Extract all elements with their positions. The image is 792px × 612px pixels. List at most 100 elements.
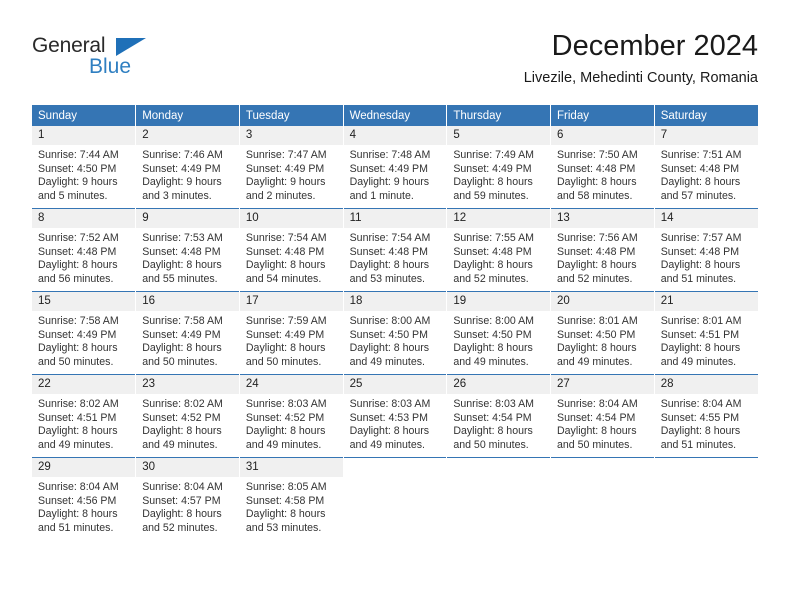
calendar-body: 1 Sunrise: 7:44 AM Sunset: 4:50 PM Dayli… bbox=[32, 126, 758, 540]
daylight-text-line1: Daylight: 8 hours bbox=[38, 342, 118, 355]
day-number: 19 bbox=[447, 292, 551, 311]
day-details: Sunrise: 8:01 AM Sunset: 4:51 PM Dayligh… bbox=[655, 311, 758, 369]
sunrise-text: Sunrise: 7:46 AM bbox=[142, 149, 223, 161]
daylight-text-line2: and 58 minutes. bbox=[557, 189, 633, 202]
calendar-day-cell[interactable]: 31 Sunrise: 8:05 AM Sunset: 4:58 PM Dayl… bbox=[239, 457, 344, 540]
weekday-header-friday: Friday bbox=[550, 105, 655, 126]
daylight-text-line1: Daylight: 8 hours bbox=[142, 508, 222, 521]
calendar-week-row: 8 Sunrise: 7:52 AM Sunset: 4:48 PM Dayli… bbox=[32, 208, 758, 292]
calendar-day-cell[interactable]: 23 Sunrise: 8:02 AM Sunset: 4:52 PM Dayl… bbox=[135, 374, 240, 458]
daylight-text-line2: and 52 minutes. bbox=[557, 272, 633, 285]
day-number: 1 bbox=[32, 126, 136, 145]
brand-logo[interactable]: General Blue bbox=[32, 34, 162, 84]
daylight-text-line2: and 59 minutes. bbox=[453, 189, 529, 202]
day-number: 6 bbox=[551, 126, 654, 145]
day-number bbox=[551, 458, 654, 477]
sunrise-text: Sunrise: 7:58 AM bbox=[142, 315, 223, 327]
daylight-text-line1: Daylight: 8 hours bbox=[38, 425, 118, 438]
sunrise-text: Sunrise: 8:02 AM bbox=[142, 398, 223, 410]
daylight-text-line2: and 51 minutes. bbox=[660, 272, 737, 285]
sunset-text: Sunset: 4:56 PM bbox=[38, 494, 117, 507]
calendar-day-cell[interactable]: 7 Sunrise: 7:51 AM Sunset: 4:48 PM Dayli… bbox=[654, 126, 758, 209]
calendar-day-cell[interactable]: 18 Sunrise: 8:00 AM Sunset: 4:50 PM Dayl… bbox=[343, 291, 448, 375]
calendar-day-cell[interactable]: 6 Sunrise: 7:50 AM Sunset: 4:48 PM Dayli… bbox=[550, 126, 655, 209]
sunrise-text: Sunrise: 7:55 AM bbox=[453, 232, 534, 244]
daylight-text-line1: Daylight: 8 hours bbox=[453, 342, 533, 355]
calendar-day-cell[interactable]: 28 Sunrise: 8:04 AM Sunset: 4:55 PM Dayl… bbox=[654, 374, 758, 458]
sunrise-text: Sunrise: 7:57 AM bbox=[660, 232, 742, 244]
calendar-day-cell[interactable]: 4 Sunrise: 7:48 AM Sunset: 4:49 PM Dayli… bbox=[343, 126, 448, 209]
day-details: Sunrise: 7:56 AM Sunset: 4:48 PM Dayligh… bbox=[551, 228, 654, 286]
calendar-day-cell[interactable]: 27 Sunrise: 8:04 AM Sunset: 4:54 PM Dayl… bbox=[550, 374, 655, 458]
day-number: 31 bbox=[239, 458, 343, 477]
calendar-day-cell[interactable]: 16 Sunrise: 7:58 AM Sunset: 4:49 PM Dayl… bbox=[135, 291, 240, 375]
calendar-day-cell[interactable]: 20 Sunrise: 8:01 AM Sunset: 4:50 PM Dayl… bbox=[550, 291, 655, 375]
location-subtitle: Livezile, Mehedinti County, Romania bbox=[523, 70, 758, 86]
daylight-text-line1: Daylight: 8 hours bbox=[453, 176, 533, 189]
calendar-day-cell[interactable]: 13 Sunrise: 7:56 AM Sunset: 4:48 PM Dayl… bbox=[550, 208, 655, 292]
day-number bbox=[654, 458, 758, 477]
calendar-day-cell-empty bbox=[550, 457, 655, 540]
calendar-day-cell[interactable]: 3 Sunrise: 7:47 AM Sunset: 4:49 PM Dayli… bbox=[239, 126, 344, 209]
sunset-text: Sunset: 4:57 PM bbox=[142, 494, 221, 507]
day-details: Sunrise: 7:58 AM Sunset: 4:49 PM Dayligh… bbox=[32, 311, 135, 369]
calendar-day-cell[interactable]: 25 Sunrise: 8:03 AM Sunset: 4:53 PM Dayl… bbox=[343, 374, 448, 458]
day-details: Sunrise: 8:03 AM Sunset: 4:52 PM Dayligh… bbox=[240, 394, 343, 452]
daylight-text-line1: Daylight: 8 hours bbox=[660, 176, 741, 189]
weekday-header-wednesday: Wednesday bbox=[343, 105, 448, 126]
sunset-text: Sunset: 4:51 PM bbox=[660, 328, 740, 341]
calendar-day-cell[interactable]: 14 Sunrise: 7:57 AM Sunset: 4:48 PM Dayl… bbox=[654, 208, 758, 292]
sunset-text: Sunset: 4:50 PM bbox=[38, 162, 117, 175]
day-number: 8 bbox=[32, 209, 136, 228]
calendar-day-cell[interactable]: 29 Sunrise: 8:04 AM Sunset: 4:56 PM Dayl… bbox=[32, 457, 137, 540]
sunrise-text: Sunrise: 8:04 AM bbox=[660, 398, 742, 410]
calendar-day-cell[interactable]: 30 Sunrise: 8:04 AM Sunset: 4:57 PM Dayl… bbox=[135, 457, 240, 540]
calendar-day-cell[interactable]: 26 Sunrise: 8:03 AM Sunset: 4:54 PM Dayl… bbox=[446, 374, 552, 458]
day-details: Sunrise: 8:03 AM Sunset: 4:54 PM Dayligh… bbox=[447, 394, 550, 452]
sunrise-text: Sunrise: 7:56 AM bbox=[557, 232, 638, 244]
calendar-day-cell[interactable]: 12 Sunrise: 7:55 AM Sunset: 4:48 PM Dayl… bbox=[446, 208, 552, 292]
daylight-text-line1: Daylight: 9 hours bbox=[245, 176, 326, 189]
daylight-text-line2: and 3 minutes. bbox=[142, 189, 212, 202]
sunrise-text: Sunrise: 8:00 AM bbox=[453, 315, 534, 327]
calendar-day-cell[interactable]: 19 Sunrise: 8:00 AM Sunset: 4:50 PM Dayl… bbox=[446, 291, 552, 375]
daylight-text-line1: Daylight: 9 hours bbox=[38, 176, 118, 189]
sunrise-text: Sunrise: 7:50 AM bbox=[557, 149, 638, 161]
sunrise-text: Sunrise: 8:04 AM bbox=[142, 481, 223, 493]
day-details: Sunrise: 8:04 AM Sunset: 4:55 PM Dayligh… bbox=[655, 394, 758, 452]
day-number: 13 bbox=[551, 209, 654, 228]
day-details: Sunrise: 8:04 AM Sunset: 4:54 PM Dayligh… bbox=[551, 394, 654, 452]
sunset-text: Sunset: 4:58 PM bbox=[245, 494, 325, 507]
daylight-text-line1: Daylight: 8 hours bbox=[245, 342, 326, 355]
calendar-day-cell[interactable]: 15 Sunrise: 7:58 AM Sunset: 4:49 PM Dayl… bbox=[32, 291, 137, 375]
calendar-day-cell[interactable]: 8 Sunrise: 7:52 AM Sunset: 4:48 PM Dayli… bbox=[32, 208, 137, 292]
page-title: December 2024 bbox=[551, 30, 758, 62]
sunrise-text: Sunrise: 8:04 AM bbox=[38, 481, 119, 493]
calendar-day-cell[interactable]: 11 Sunrise: 7:54 AM Sunset: 4:48 PM Dayl… bbox=[343, 208, 448, 292]
day-number: 27 bbox=[551, 375, 654, 394]
calendar-day-cell[interactable]: 22 Sunrise: 8:02 AM Sunset: 4:51 PM Dayl… bbox=[32, 374, 137, 458]
calendar-day-cell[interactable]: 1 Sunrise: 7:44 AM Sunset: 4:50 PM Dayli… bbox=[32, 126, 137, 209]
day-details: Sunrise: 7:57 AM Sunset: 4:48 PM Dayligh… bbox=[655, 228, 758, 286]
day-details: Sunrise: 8:02 AM Sunset: 4:52 PM Dayligh… bbox=[136, 394, 239, 452]
daylight-text-line1: Daylight: 8 hours bbox=[557, 425, 637, 438]
day-number: 22 bbox=[32, 375, 136, 394]
sunset-text: Sunset: 4:50 PM bbox=[557, 328, 636, 341]
daylight-text-line2: and 53 minutes. bbox=[245, 521, 322, 534]
calendar-day-cell[interactable]: 10 Sunrise: 7:54 AM Sunset: 4:48 PM Dayl… bbox=[239, 208, 344, 292]
calendar-day-cell[interactable]: 24 Sunrise: 8:03 AM Sunset: 4:52 PM Dayl… bbox=[239, 374, 344, 458]
calendar-day-cell[interactable]: 5 Sunrise: 7:49 AM Sunset: 4:49 PM Dayli… bbox=[446, 126, 552, 209]
day-number: 9 bbox=[136, 209, 239, 228]
triangle-flag-icon bbox=[116, 38, 146, 56]
calendar-day-cell-empty bbox=[446, 457, 552, 540]
calendar-day-cell[interactable]: 17 Sunrise: 7:59 AM Sunset: 4:49 PM Dayl… bbox=[239, 291, 344, 375]
day-number: 11 bbox=[343, 209, 447, 228]
calendar-day-cell[interactable]: 2 Sunrise: 7:46 AM Sunset: 4:49 PM Dayli… bbox=[135, 126, 240, 209]
sunrise-text: Sunrise: 8:00 AM bbox=[349, 315, 431, 327]
day-details: Sunrise: 7:54 AM Sunset: 4:48 PM Dayligh… bbox=[344, 228, 447, 286]
day-details: Sunrise: 7:52 AM Sunset: 4:48 PM Dayligh… bbox=[32, 228, 135, 286]
calendar-day-cell[interactable]: 9 Sunrise: 7:53 AM Sunset: 4:48 PM Dayli… bbox=[135, 208, 240, 292]
sunset-text: Sunset: 4:48 PM bbox=[660, 162, 740, 175]
daylight-text-line1: Daylight: 8 hours bbox=[557, 259, 637, 272]
calendar-day-cell[interactable]: 21 Sunrise: 8:01 AM Sunset: 4:51 PM Dayl… bbox=[654, 291, 758, 375]
